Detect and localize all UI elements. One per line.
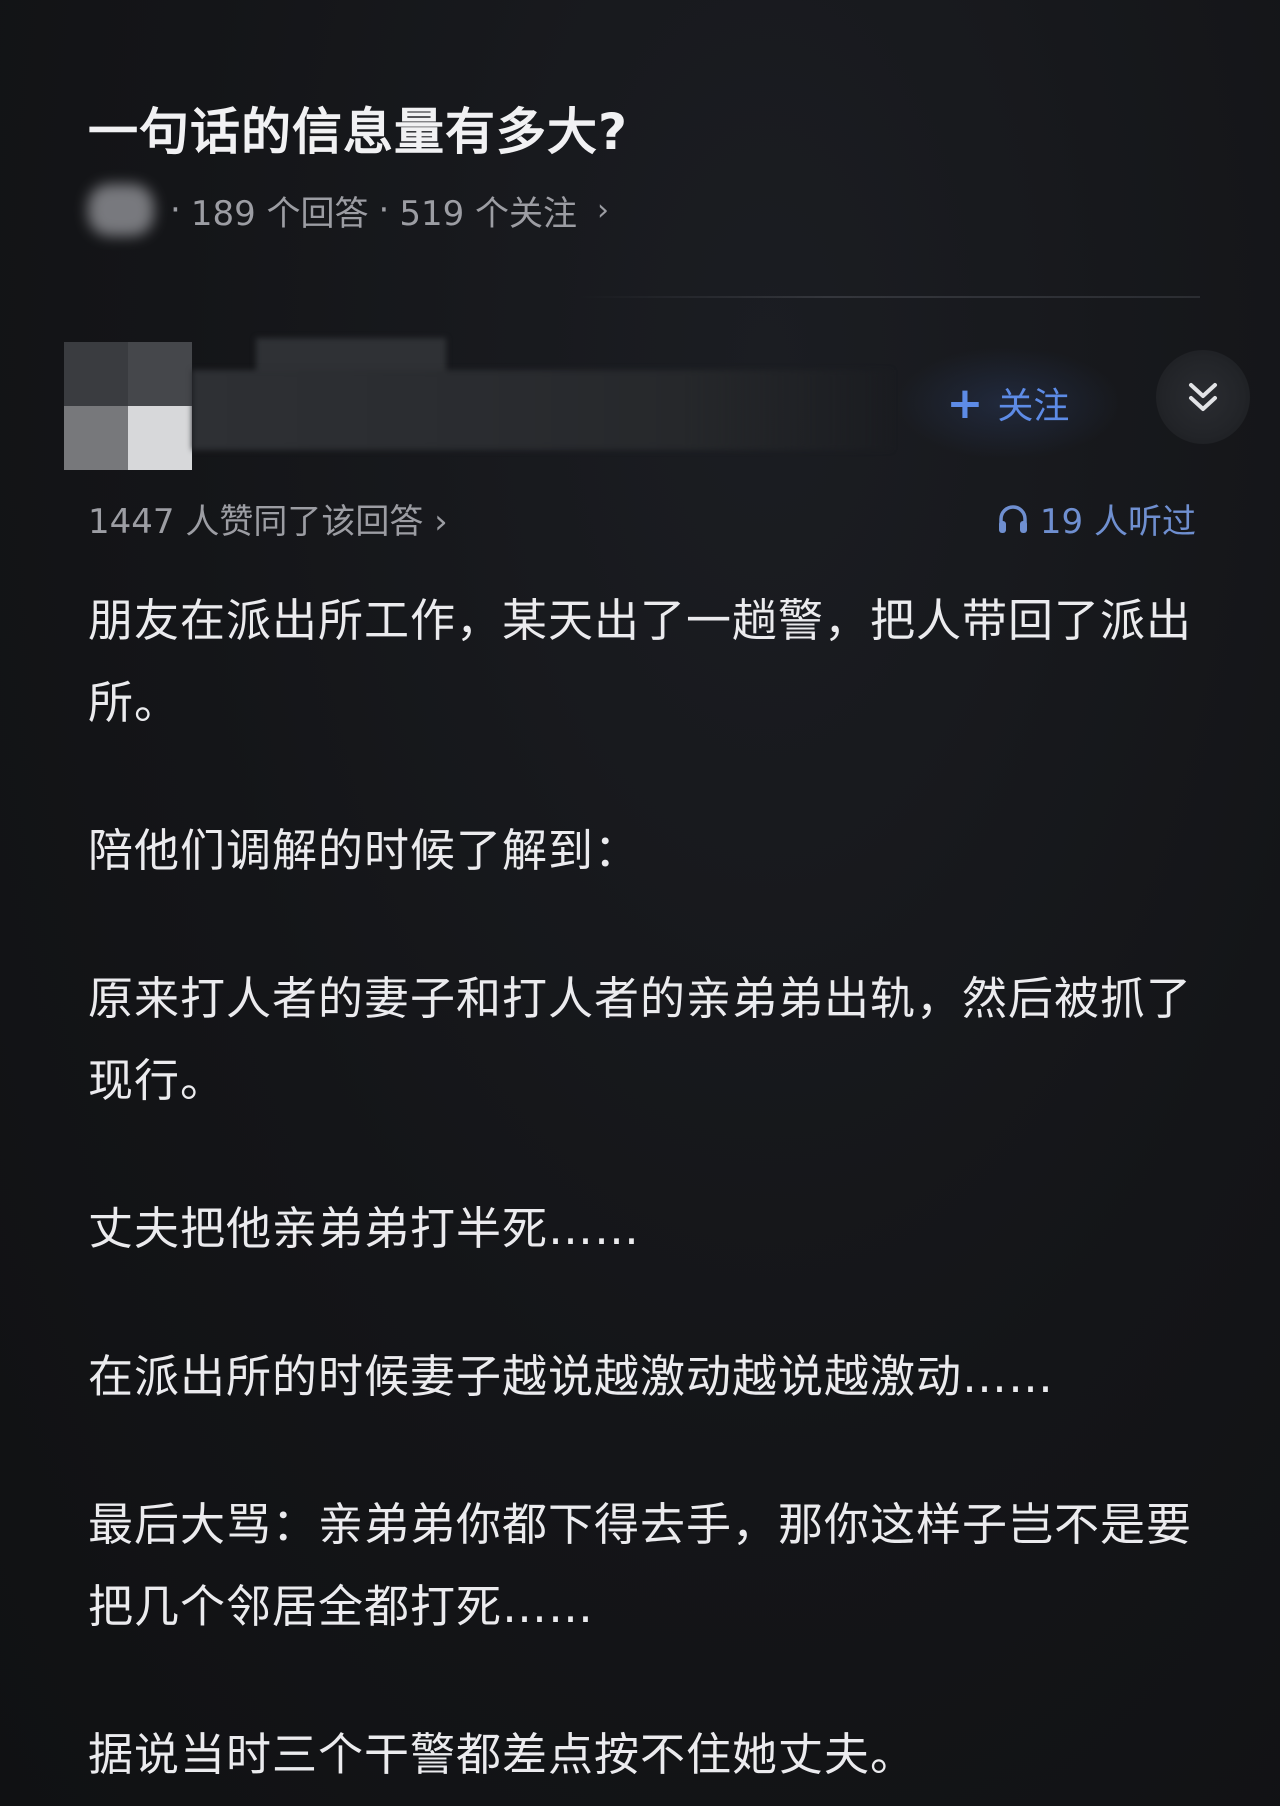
follow-button[interactable]: + 关注 xyxy=(898,348,1118,458)
question-meta[interactable]: · 189 个回答 · 519 个关注 › xyxy=(88,184,609,236)
answer-page: 一句话的信息量有多大? · 189 个回答 · 519 个关注 › + 关注 1… xyxy=(0,0,1280,1806)
answer-paragraph: 在派出所的时候妻子越说越激动越说越激动…… xyxy=(88,1350,1055,1403)
stats-row: 1447 人赞同了该回答 › 19 人听过 xyxy=(88,494,1196,542)
follower-count[interactable]: 519 个关注 xyxy=(399,186,577,235)
answer-paragraph: 陪他们调解的时候了解到： xyxy=(88,824,641,877)
answer-count[interactable]: 189 个回答 xyxy=(191,186,369,235)
answer-paragraph: 丈夫把他亲弟弟打半死…… xyxy=(88,1202,641,1255)
headphones-icon xyxy=(998,504,1027,533)
double-chevron-down-icon xyxy=(1189,383,1217,411)
listen-count-text: 19 人听过 xyxy=(1039,502,1196,542)
plus-icon: + xyxy=(946,377,984,429)
answer-paragraph: 原来打人者的妻子和打人者的亲弟弟出轨，然后被抓了现行。 xyxy=(88,972,1193,1107)
avatar[interactable] xyxy=(64,342,192,470)
divider xyxy=(580,296,1200,298)
answer-paragraph: 据说当时三个干警都差点按不住她丈夫。 xyxy=(88,1728,917,1781)
listen-count[interactable]: 19 人听过 xyxy=(996,494,1196,543)
author-name-redacted[interactable] xyxy=(192,370,892,450)
answer-paragraph: 朋友在派出所工作，某天出了一趟警，把人带回了派出所。 xyxy=(88,594,1193,729)
answer-body: 朋友在派出所工作，某天出了一趟警，把人带回了派出所。 陪他们调解的时候了解到： … xyxy=(88,580,1200,1806)
meta-separator: · xyxy=(170,190,181,230)
agree-count-link[interactable]: 1447 人赞同了该回答 › xyxy=(88,494,448,543)
chevron-right-icon[interactable]: › xyxy=(597,193,609,228)
question-title[interactable]: 一句话的信息量有多大? xyxy=(88,92,628,164)
follow-label: 关注 xyxy=(997,386,1070,427)
topic-redacted xyxy=(88,184,154,236)
author-row: + 关注 xyxy=(64,338,1250,474)
answer-paragraph: 最后大骂：亲弟弟你都下得去手，那你这样子岂不是要把几个邻居全都打死…… xyxy=(88,1498,1193,1633)
meta-separator: · xyxy=(378,190,390,230)
collapse-button[interactable] xyxy=(1156,350,1250,444)
